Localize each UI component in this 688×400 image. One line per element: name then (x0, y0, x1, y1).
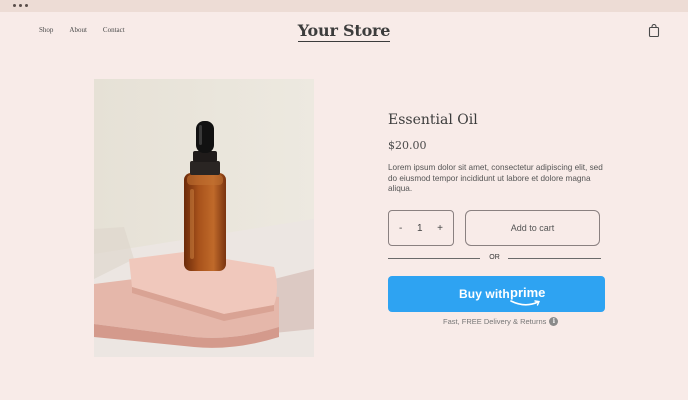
window-dots (13, 4, 28, 7)
product-description: Lorem ipsum dolor sit amet, consectetur … (388, 163, 603, 193)
product-image (94, 79, 314, 357)
buy-with-prime-button[interactable]: Buy with prime (388, 276, 605, 312)
prime-wordmark: prime (510, 285, 546, 300)
quantity-decrease-button[interactable]: - (399, 223, 402, 234)
info-icon[interactable]: i (549, 317, 559, 326)
product-price: $20.00 (388, 139, 427, 152)
quantity-value[interactable]: 1 (417, 223, 423, 234)
browser-chrome-bar (0, 0, 688, 12)
shopping-bag-icon[interactable] (648, 24, 660, 37)
divider-line (508, 258, 601, 259)
window-dot (19, 4, 22, 7)
or-divider: OR (388, 253, 601, 263)
delivery-note: Fast, FREE Delivery & Returns i (443, 317, 559, 326)
store-logo: Your Store (0, 21, 688, 42)
quantity-increase-button[interactable]: + (437, 223, 443, 234)
add-to-cart-button[interactable]: Add to cart (465, 210, 600, 246)
window-dot (13, 4, 16, 7)
product-title: Essential Oil (388, 112, 478, 128)
window-dot (25, 4, 28, 7)
store-title-text[interactable]: Your Store (297, 21, 390, 42)
prime-button-label: Buy with (459, 287, 510, 301)
prime-smile-icon (510, 300, 541, 306)
quantity-stepper[interactable]: - 1 + (388, 210, 454, 246)
amber-dropper-bottle-photo (94, 79, 314, 357)
delivery-text: Fast, FREE Delivery & Returns (443, 317, 547, 326)
